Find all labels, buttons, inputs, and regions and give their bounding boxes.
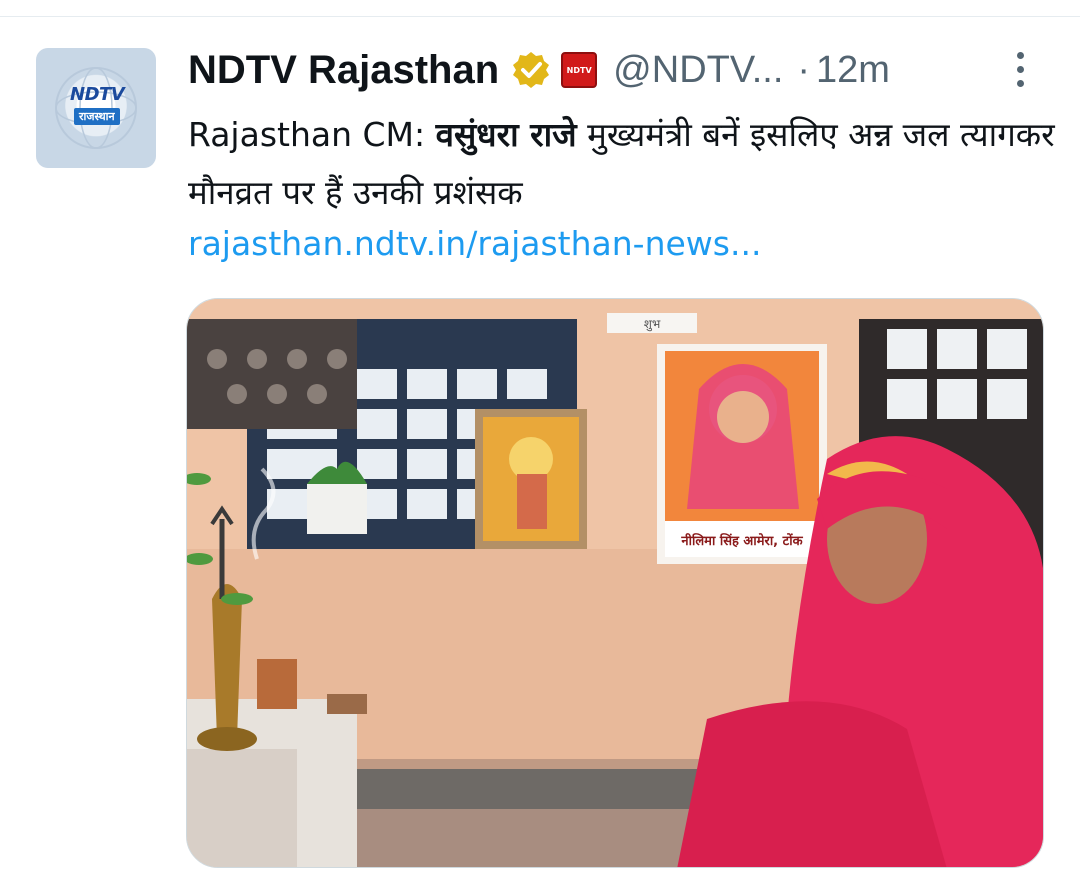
wall-sign: शुभ (644, 317, 661, 332)
tweet-header: NDTV Rajasthan NDTV @NDTV... · 12m (188, 44, 890, 96)
timestamp[interactable]: 12m (816, 49, 890, 92)
more-options-icon[interactable] (1012, 52, 1028, 94)
org-affiliation-badge[interactable]: NDTV (561, 52, 598, 88)
avatar-logo: NDTV (70, 84, 125, 105)
verified-badge-icon (513, 52, 550, 88)
avatar-logo-sub: राजस्थान (74, 108, 120, 125)
poster-caption: नीलिमा सिंह आमेरा, टोंक (680, 532, 803, 549)
separator: · (797, 48, 811, 91)
tweet-card[interactable]: NDTV राजस्थान NDTV Rajasthan NDTV @NDTV.… (0, 0, 1080, 886)
tweet-text-bold: वसुंधरा राजे (435, 115, 577, 154)
avatar[interactable]: NDTV राजस्थान (36, 48, 156, 168)
avatar-logo-text: NDTV (70, 84, 125, 105)
photo-illustration: नीलिमा सिंह आमेरा, टोंक शुभ (187, 299, 1043, 867)
display-name[interactable]: NDTV Rajasthan (188, 48, 499, 93)
tweet-text-prefix: Rajasthan CM: (188, 115, 436, 154)
tweet-link[interactable]: rajasthan.ndtv.in/rajasthan-news... (188, 224, 761, 263)
tweet-media-photo[interactable]: नीलिमा सिंह आमेरा, टोंक शुभ (186, 298, 1044, 868)
tweet-text: Rajasthan CM: वसुंधरा राजे मुख्यमंत्री ब… (188, 106, 1058, 222)
handle[interactable]: @NDTV... (613, 49, 783, 92)
